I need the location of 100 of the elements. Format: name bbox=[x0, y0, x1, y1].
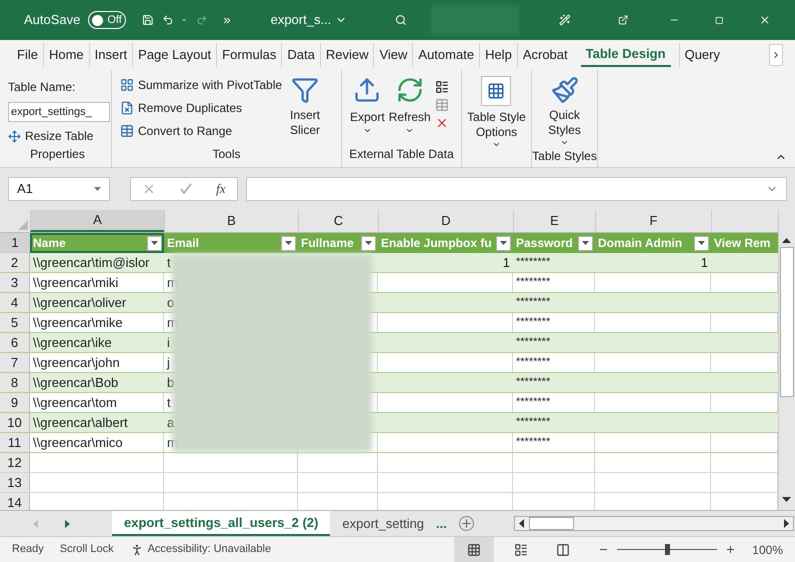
row-number[interactable]: 1 bbox=[0, 233, 30, 253]
file-name[interactable]: export_s... bbox=[270, 10, 348, 30]
zoom-thumb[interactable] bbox=[665, 544, 670, 555]
horizontal-scrollbar[interactable] bbox=[514, 516, 794, 531]
table-header: View Rem bbox=[711, 233, 778, 253]
grid-icon bbox=[487, 82, 506, 100]
upload-icon bbox=[353, 76, 382, 104]
tool-button[interactable]: Convert to Range bbox=[120, 122, 290, 140]
export-button[interactable]: Export bbox=[350, 76, 385, 145]
table-style-options-button[interactable]: Table Style Options bbox=[467, 76, 526, 149]
row-number[interactable]: 3 bbox=[0, 273, 30, 292]
chevron-down-icon bbox=[405, 126, 414, 135]
autosave-toggle[interactable]: Off bbox=[88, 11, 126, 29]
row-number[interactable]: 14 bbox=[0, 493, 30, 510]
table-cell-text: ******** bbox=[515, 255, 552, 270]
insert-slicer-button[interactable]: Insert Slicer bbox=[290, 76, 320, 145]
ribbon-tab[interactable]: Acrobat bbox=[516, 43, 573, 67]
zoom-slider[interactable] bbox=[617, 544, 718, 555]
scroll-thumb[interactable] bbox=[528, 517, 574, 530]
column-header[interactable]: E bbox=[513, 210, 595, 232]
scroll-thumb[interactable] bbox=[780, 247, 794, 397]
ribbon-tab[interactable]: Automate bbox=[412, 43, 480, 67]
resize-table-button[interactable]: Resize Table bbox=[8, 127, 107, 145]
remove-duplicates-icon bbox=[120, 101, 134, 115]
zoom-level[interactable]: 100% bbox=[752, 540, 783, 558]
ribbon-tab[interactable]: Page Layout bbox=[132, 43, 216, 67]
chevron-down-icon bbox=[560, 138, 569, 147]
chevron-down-icon bbox=[362, 126, 372, 135]
refresh-button[interactable]: Refresh bbox=[388, 76, 431, 145]
sheet-tab[interactable]: export_settings_all_users_2 (2) bbox=[112, 511, 330, 536]
status-text: Scroll Lock bbox=[60, 542, 114, 558]
table-cell: ******** bbox=[513, 353, 595, 372]
refresh-icon bbox=[396, 76, 424, 104]
row-number[interactable]: 6 bbox=[0, 333, 30, 352]
chevron-down-icon bbox=[492, 140, 501, 149]
ribbon-tab[interactable]: Help bbox=[479, 43, 517, 67]
accessibility-status[interactable]: Accessibility: Unavailable bbox=[130, 541, 272, 558]
table-cell-text: b bbox=[166, 374, 176, 392]
table-cell-text: i bbox=[166, 334, 171, 352]
ribbon-tab[interactable]: Insert bbox=[88, 43, 132, 67]
tool-button[interactable]: Remove Duplicates bbox=[120, 99, 290, 117]
table-cell-text: \\greencar\albert bbox=[32, 414, 129, 432]
filter-icon bbox=[291, 76, 319, 104]
table-cell-text: ******** bbox=[515, 295, 552, 310]
table-header: Password bbox=[513, 233, 595, 253]
normal-view-button[interactable] bbox=[454, 537, 494, 562]
table-cell-text: a bbox=[166, 414, 176, 432]
table-cell: \\greencar\miki bbox=[30, 273, 164, 292]
table-icon bbox=[120, 124, 134, 138]
ribbon-tab[interactable]: File bbox=[12, 43, 43, 67]
row-number[interactable]: 9 bbox=[0, 393, 30, 412]
table-name-field[interactable]: export_settings_ bbox=[8, 102, 110, 122]
table-cell: \\greencar\mico bbox=[30, 433, 164, 452]
ribbon-tab[interactable]: Review bbox=[320, 43, 374, 67]
row-number[interactable]: 12 bbox=[0, 453, 30, 472]
table-cell-text: \\greencar\Bob bbox=[32, 374, 120, 392]
vertical-scrollbar[interactable] bbox=[778, 210, 795, 510]
ribbon-tab[interactable]: View bbox=[373, 43, 412, 67]
table-cell: \\greencar\john bbox=[30, 353, 164, 372]
pivot-table-icon bbox=[120, 78, 134, 92]
function-icon[interactable]: fx bbox=[216, 179, 226, 199]
row-number[interactable]: 4 bbox=[0, 293, 30, 312]
row-number[interactable]: 11 bbox=[0, 433, 30, 452]
ribbon-tab[interactable]: Home bbox=[42, 43, 89, 67]
name-box[interactable]: A1 bbox=[8, 177, 110, 201]
ribbon-tab[interactable]: Formulas bbox=[216, 43, 282, 67]
ribbon-tab[interactable]: Data bbox=[281, 43, 320, 67]
row-number[interactable]: 8 bbox=[0, 373, 30, 392]
row-number[interactable]: 2 bbox=[0, 253, 30, 272]
ribbon-tab[interactable]: Query bbox=[678, 43, 725, 67]
next-sheet-icon[interactable] bbox=[64, 520, 72, 528]
row-number[interactable]: 7 bbox=[0, 353, 30, 372]
column-header[interactable]: D bbox=[378, 210, 513, 232]
column-header[interactable]: C bbox=[298, 210, 378, 232]
formula-field[interactable] bbox=[246, 177, 787, 201]
table-cell-text: \\greencar\oliver bbox=[32, 294, 128, 312]
table-cell: ******** bbox=[513, 273, 595, 292]
row-number[interactable]: 10 bbox=[0, 413, 30, 432]
overflow-button[interactable]: » bbox=[223, 10, 231, 30]
column-header[interactable]: B bbox=[164, 210, 298, 232]
table-header: Enable Jumpbox fu bbox=[378, 233, 513, 253]
quick-styles-button[interactable]: Quick Styles bbox=[548, 76, 581, 147]
check-icon[interactable] bbox=[179, 182, 194, 196]
add-sheet-icon[interactable] bbox=[458, 516, 474, 531]
tool-button[interactable]: Summarize with PivotTable bbox=[120, 76, 290, 94]
row-number[interactable]: 5 bbox=[0, 313, 30, 332]
column-header[interactable]: F bbox=[595, 210, 711, 232]
autosave-label: AutoSave bbox=[24, 11, 80, 30]
sheet-tab[interactable]: export_setting bbox=[330, 511, 436, 536]
column-header[interactable]: A bbox=[30, 210, 164, 232]
move-arrows-icon bbox=[8, 130, 21, 142]
table-cell-text: 1 bbox=[700, 254, 709, 272]
more-sheets-button[interactable]: ... bbox=[436, 514, 447, 534]
ribbon-tab[interactable]: Table Design bbox=[580, 43, 671, 67]
table-cell-text: o bbox=[166, 294, 176, 312]
status-text: Ready bbox=[12, 542, 44, 558]
row-number[interactable]: 13 bbox=[0, 473, 30, 492]
table-cell-text: \\greencar\ike bbox=[32, 334, 113, 352]
zoom-in-icon[interactable] bbox=[725, 544, 736, 555]
table-cell: ******** bbox=[513, 433, 595, 452]
